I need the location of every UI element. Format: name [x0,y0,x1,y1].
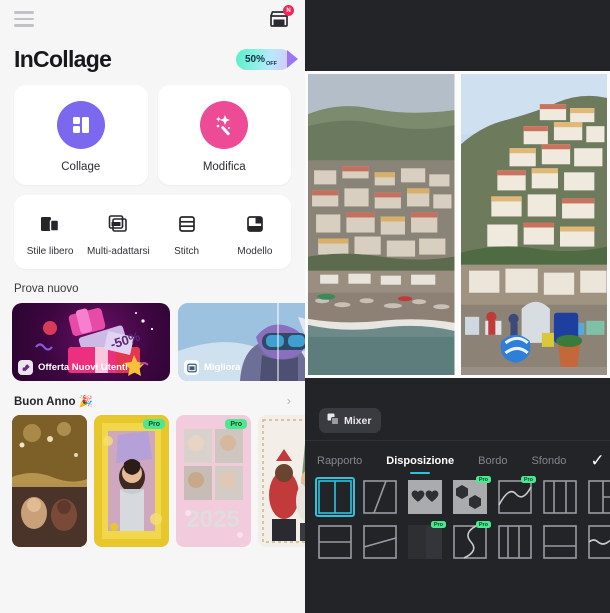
pro-badge: Pro [430,521,446,528]
checkmark-icon[interactable]: ✓ [590,451,604,478]
stitch-rows-icon [176,211,198,237]
tool-stile-libero[interactable]: Stile libero [16,211,84,257]
tool-modello[interactable]: Modello [221,211,289,257]
layout-option-three-vertical-split[interactable] [541,478,579,516]
modifica-card-label: Modifica [202,161,246,173]
tool-label: Multi-adattarsi [86,246,150,257]
tool-stitch[interactable]: Stitch [153,211,221,257]
template-thumb[interactable]: Pro [94,415,169,547]
pro-badge: Pro [520,476,536,483]
mixer-row: Mixer [319,408,382,433]
collage-card-label: Collage [61,161,101,173]
promo-arrow-icon [287,50,298,68]
main-action-cards: Collage Modifica [0,77,305,185]
left-header: N [0,0,305,38]
new-year-title: Buon Anno 🎉 [14,395,94,408]
app-title: InCollage [14,46,112,72]
tools-row: Stile libero Multi-adattarsi Stitch Mode… [14,195,291,269]
layout-option-three-uneven-vertical[interactable] [496,523,534,561]
template-icon [244,211,266,237]
try-new-title: Prova nuovo [14,283,79,295]
collage-canvas[interactable] [305,71,610,378]
template-thumb[interactable] [258,415,305,547]
tool-label: Stile libero [26,246,74,257]
promo-card-offerta[interactable]: -50% Offerta Nuovi Utenti [12,303,170,381]
pro-badge: Pro [143,419,165,429]
shop-store-icon[interactable]: N [267,5,294,31]
new-year-header: Buon Anno 🎉 › [0,381,305,415]
layout-option-left-big-right-stack[interactable] [586,478,610,516]
enhance-picture-icon [184,360,199,375]
tool-label: Modello [237,246,273,257]
photo-cell-right[interactable] [460,74,607,375]
mixer-button[interactable]: Mixer [319,408,382,433]
promo-card-label: Migliora [204,362,241,373]
tab-rapporto[interactable]: Rapporto [317,455,362,474]
tab-sfondo[interactable]: Sfondo [531,455,566,474]
layout-option-circle-corner-shape[interactable]: Pro [406,521,446,561]
pro-badge: Pro [475,521,491,528]
promo-off-label: OFF [266,61,277,67]
mixer-button-label: Mixer [344,414,372,427]
photo-cell-left[interactable] [308,74,455,375]
layout-option-wavy-horizontal-split[interactable] [586,523,610,561]
promo-percent: 50% [244,53,265,65]
editor-tabbar: Rapporto Disposizione Bordo Sfondo ✓ [305,440,610,478]
layout-option-s-curve-split[interactable]: Pro [496,476,536,516]
template-thumb[interactable] [12,415,87,547]
tab-disposizione[interactable]: Disposizione [386,455,454,474]
promo-card-label-row: Offerta Nuovi Utenti [18,360,128,375]
new-year-template-row: Pro Pro 2025 [0,415,305,547]
layout-option-diagonal-two-split[interactable] [361,478,399,516]
home-panel: N InCollage 50% OFF Collage Modifica Sti… [0,0,305,613]
promo-discount-badge[interactable]: 50% OFF [235,49,298,70]
promo-card-label: Offerta Nuovi Utenti [38,362,128,373]
template-thumb[interactable]: Pro 2025 [176,415,251,547]
gift-tag-icon [18,360,33,375]
collage-card[interactable]: Collage [14,85,148,185]
layout-option-two-hexagon-shape[interactable]: Pro [451,476,491,516]
layout-option-s-wave-vertical[interactable]: Pro [451,521,491,561]
layout-option-two-vertical-split[interactable] [315,477,355,517]
layout-options-grid: Pro Pro Pro Pro [305,476,610,561]
promo-card-migliora[interactable]: Migliora [178,303,305,381]
tool-multi-adattarsi[interactable]: Multi-adattarsi [84,211,152,257]
app-root: N InCollage 50% OFF Collage Modifica Sti… [0,0,610,613]
layout-option-angled-horizontal-split[interactable] [361,523,399,561]
pro-badge: Pro [475,476,491,483]
promo-cards-row: -50% Offerta Nuovi Utenti Migliora [0,303,305,381]
layout-option-two-horizontal-split[interactable] [316,523,354,561]
multi-fit-icon [107,211,129,237]
tab-bordo[interactable]: Bordo [478,455,507,474]
modifica-card[interactable]: Modifica [157,85,291,185]
freestyle-layers-icon [39,211,61,237]
collage-editor-panel: Mixer Rapporto Disposizione Bordo Sfondo… [305,0,610,613]
svg-text:2025: 2025 [186,506,239,533]
pro-badge: Pro [225,419,247,429]
mixer-shuffle-icon [327,413,339,428]
shop-badge: N [283,5,294,16]
layout-option-two-hearts-shape[interactable] [406,478,444,516]
magic-wand-icon [200,101,249,149]
tool-label: Stitch [174,246,200,257]
chevron-right-icon[interactable]: › [287,393,291,408]
promo-card-label-row: Migliora [184,360,240,375]
brand-row: InCollage 50% OFF [0,38,305,77]
hamburger-menu-icon[interactable] [14,11,34,27]
layout-option-top-big-bottom-split[interactable] [541,523,579,561]
collage-grid-icon [56,101,105,149]
